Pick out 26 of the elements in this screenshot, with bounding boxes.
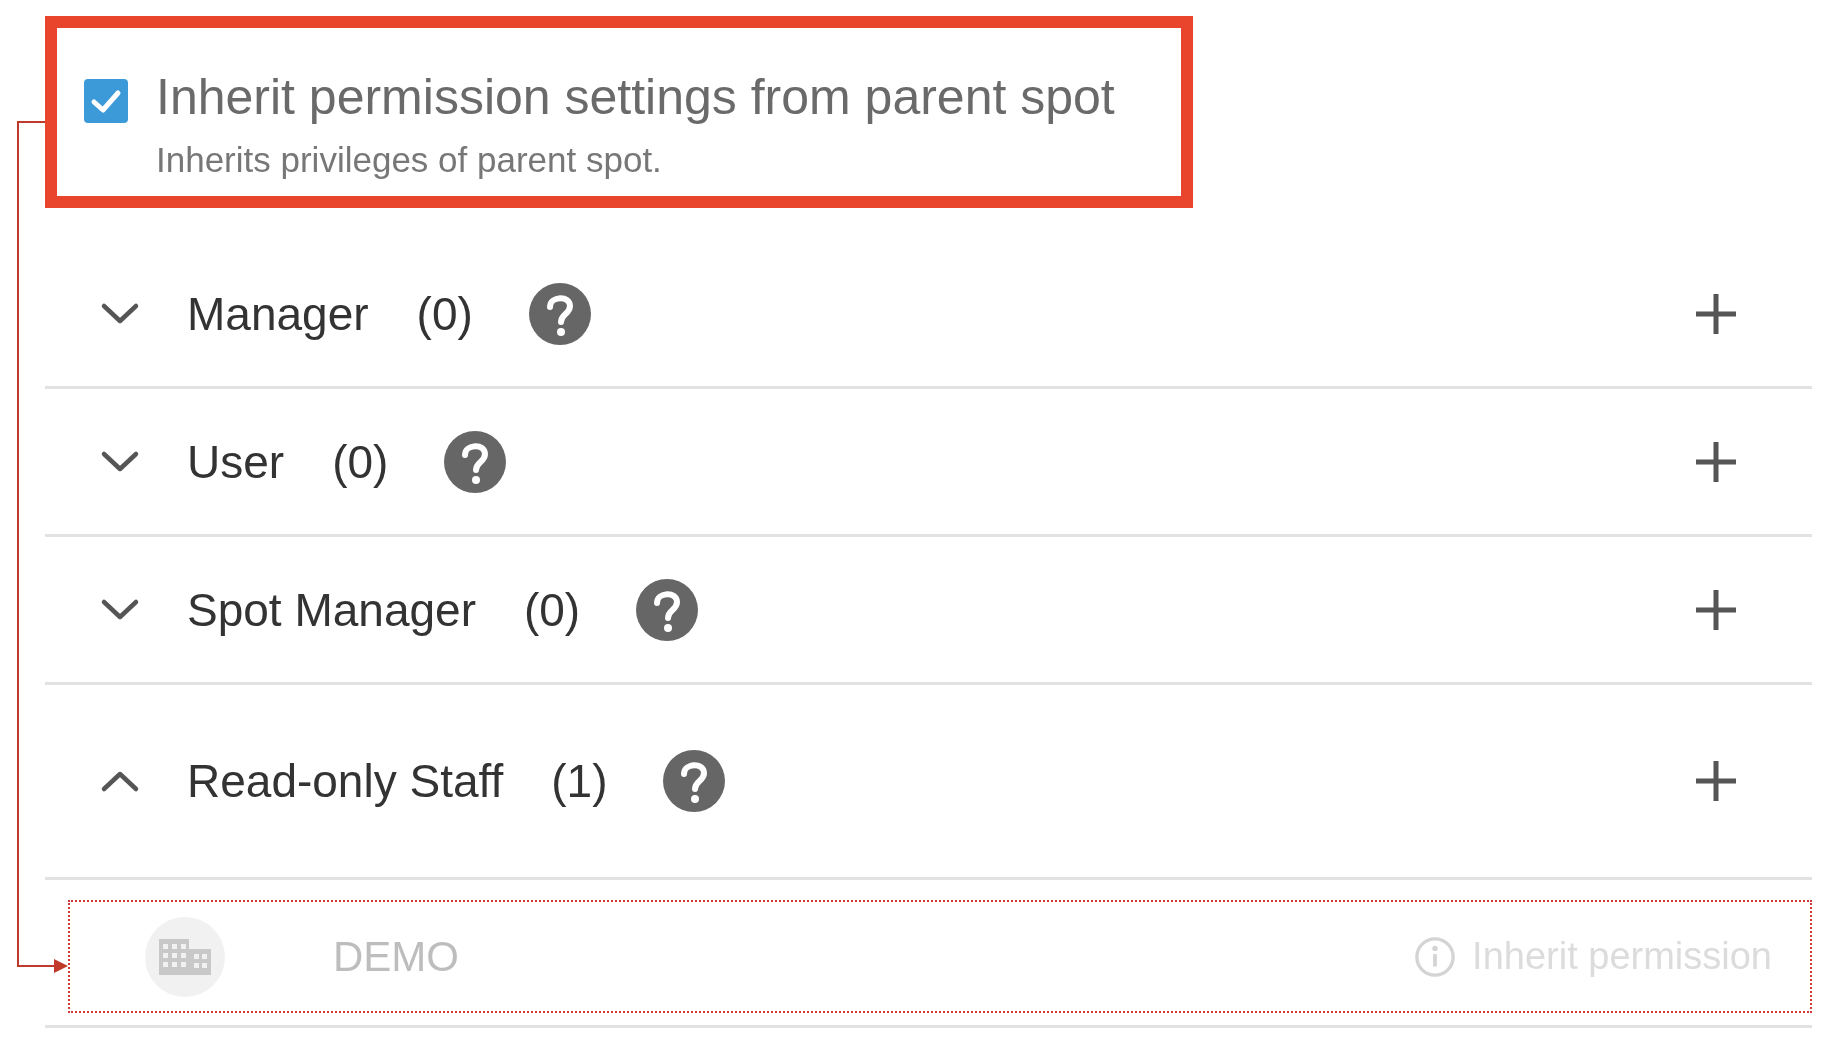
role-name: User bbox=[187, 434, 285, 489]
chevron-icon[interactable] bbox=[100, 449, 140, 474]
help-icon[interactable] bbox=[636, 578, 699, 641]
help-icon[interactable] bbox=[528, 282, 591, 345]
info-icon bbox=[1414, 935, 1457, 978]
role-count: (0) bbox=[416, 286, 473, 341]
help-icon[interactable] bbox=[444, 430, 507, 493]
member-name: DEMO bbox=[333, 932, 459, 981]
setting-description: Inherits privileges of parent spot. bbox=[156, 139, 663, 181]
help-icon[interactable] bbox=[663, 750, 726, 812]
role-count: (0) bbox=[523, 582, 581, 637]
building-icon bbox=[145, 916, 225, 997]
chevron-icon[interactable] bbox=[100, 597, 140, 622]
role-name: Spot Manager bbox=[187, 582, 476, 637]
setting-title: Inherit permission settings from parent spot bbox=[156, 68, 1115, 127]
add-icon[interactable] bbox=[1694, 759, 1738, 803]
add-icon[interactable] bbox=[1694, 587, 1738, 632]
chevron-icon[interactable] bbox=[100, 769, 140, 793]
role-count: (1) bbox=[551, 754, 608, 808]
checkbox[interactable] bbox=[84, 79, 128, 123]
add-icon[interactable] bbox=[1694, 291, 1738, 336]
add-icon[interactable] bbox=[1694, 439, 1738, 484]
role-name: Read-only Staff bbox=[187, 754, 504, 808]
role-count: (0) bbox=[332, 434, 389, 489]
role-name: Manager bbox=[187, 286, 369, 341]
chevron-icon[interactable] bbox=[100, 301, 140, 326]
